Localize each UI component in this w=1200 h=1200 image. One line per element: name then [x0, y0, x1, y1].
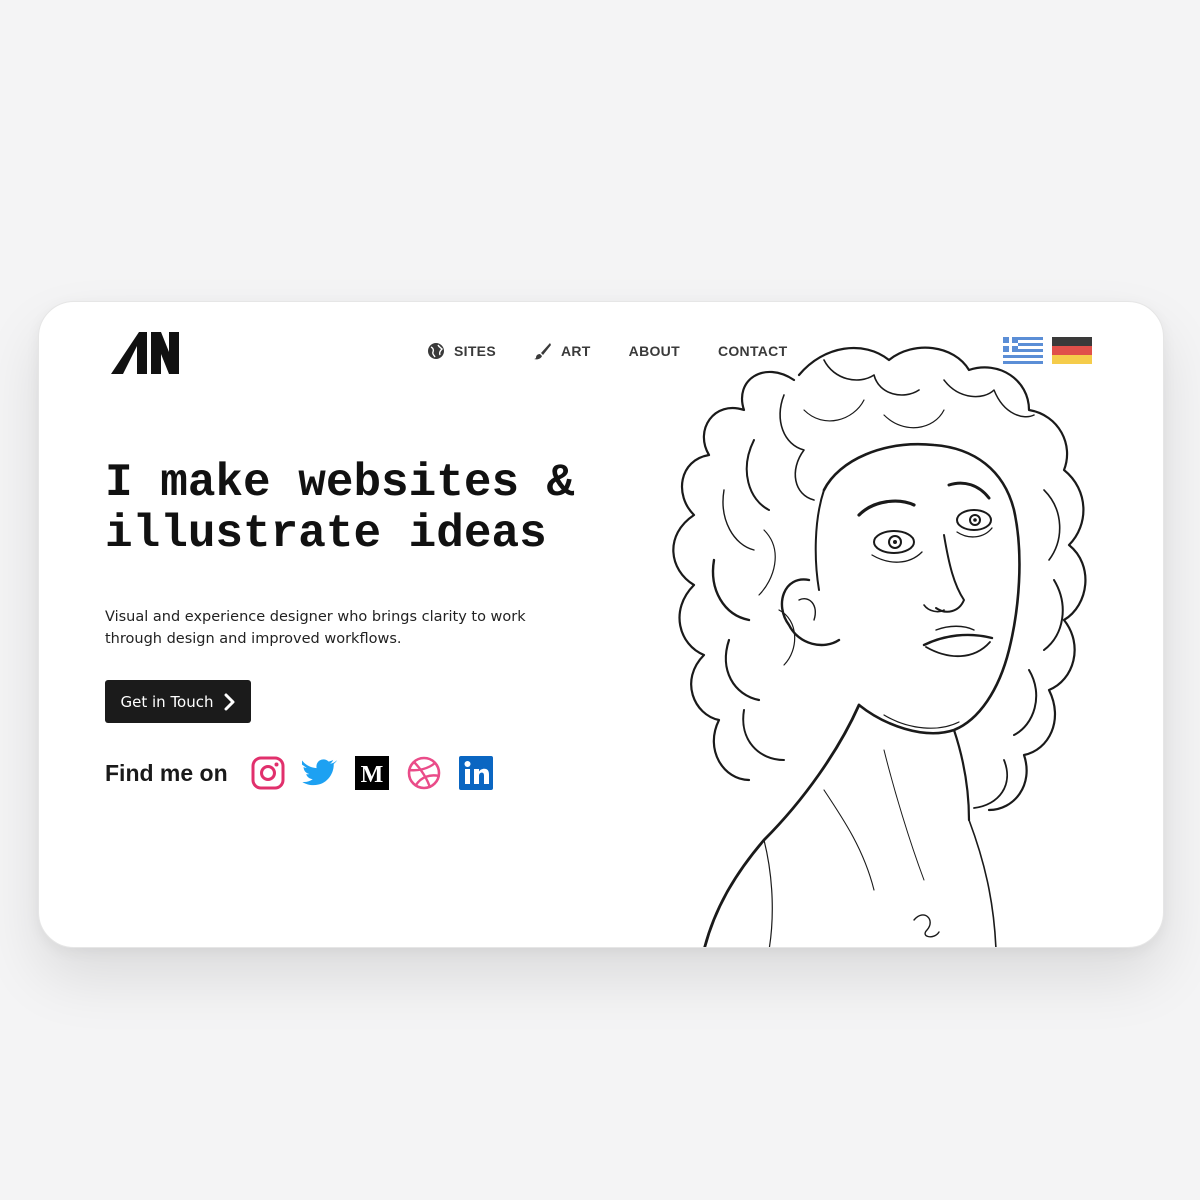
twitter-icon[interactable] — [301, 755, 338, 791]
nav-item-art[interactable]: ART — [533, 342, 591, 360]
language-switcher — [1003, 337, 1092, 364]
medium-icon[interactable]: M — [354, 755, 390, 791]
chevron-right-icon — [224, 693, 236, 711]
hero-card: SITES ART ABOUT CONTACT I make websites … — [38, 301, 1164, 948]
headline-line-2: illustrate ideas — [105, 508, 547, 560]
greece-flag-icon[interactable] — [1003, 337, 1043, 364]
nav-item-label: ART — [560, 343, 591, 359]
main-nav: SITES ART ABOUT CONTACT — [427, 342, 825, 360]
social-links: Find me on M — [105, 755, 510, 791]
hero-subtitle: Visual and experience designer who bring… — [105, 609, 526, 647]
portrait-sketch-illustration — [672, 346, 1087, 947]
find-me-label: Find me on — [105, 759, 228, 786]
linkedin-icon[interactable] — [458, 755, 494, 791]
nav-item-label: SITES — [454, 343, 496, 359]
germany-flag-icon[interactable] — [1052, 337, 1092, 364]
dribbble-icon[interactable] — [406, 755, 442, 791]
button-label: Get in Touch — [120, 692, 214, 711]
get-in-touch-button[interactable]: Get in Touch — [105, 680, 251, 723]
brand-logo[interactable] — [111, 332, 179, 374]
headline-line-1: I make websites & — [105, 457, 575, 509]
nav-item-label: ABOUT — [628, 343, 680, 359]
nav-item-about[interactable]: ABOUT — [629, 343, 680, 359]
nav-item-label: CONTACT — [717, 343, 788, 359]
globe-icon — [427, 342, 445, 360]
nav-item-sites[interactable]: SITES — [427, 342, 496, 360]
hero-headline: I make websites & illustrate ideas — [105, 458, 625, 560]
instagram-icon[interactable] — [250, 755, 286, 791]
brush-icon — [533, 342, 552, 360]
svg-text:M: M — [360, 762, 383, 788]
nav-item-contact[interactable]: CONTACT — [718, 343, 788, 359]
